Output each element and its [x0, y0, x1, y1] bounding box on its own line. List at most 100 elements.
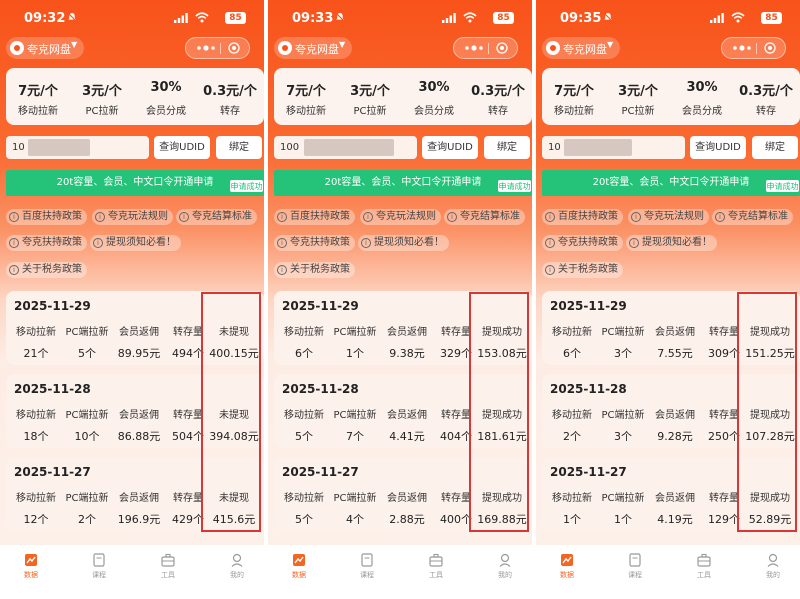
policy-link-settlement[interactable]: i 夸克结算标准 [444, 209, 525, 225]
udid-input[interactable]: 100 [274, 136, 417, 159]
tab-label: 工具 [697, 571, 711, 579]
bind-button[interactable]: 绑定 [752, 136, 798, 159]
policy-link-withdraw-notice[interactable]: i 提现须知必看！ [358, 235, 449, 251]
wifi-icon [463, 12, 477, 23]
bell-muted-icon [335, 12, 345, 22]
policy-label: 关于税务政策 [290, 264, 350, 275]
tab-label: 我的 [498, 571, 512, 579]
policy-link-settlement[interactable]: i 夸克结算标准 [712, 209, 793, 225]
rate-mobile-new: 7元/个 移动拉新 [542, 68, 606, 125]
tab-tools[interactable]: 工具 [411, 553, 461, 580]
policy-link-quark-rules[interactable]: i 夸克玩法规则 [360, 209, 441, 225]
info-icon: i [9, 265, 19, 275]
phone-screenshot-3: 09:35 85 夸克网盘 ▼ 7元/个 移动拉新 3元/个 PC拉新 30% … [536, 0, 800, 599]
tab-courses[interactable]: 课程 [610, 553, 660, 580]
udid-input[interactable]: 10 [542, 136, 685, 159]
policy-link-quark-rules[interactable]: i 夸克玩法规则 [92, 209, 173, 225]
more-icon[interactable] [464, 44, 484, 52]
more-icon[interactable] [732, 44, 752, 52]
tab-data[interactable]: 数据 [6, 553, 56, 580]
policy-link-baidu[interactable]: i 百度扶持政策 [542, 209, 623, 225]
tab-profile[interactable]: 我的 [480, 553, 530, 580]
rate-transfer: 0.3元/个 转存 [466, 68, 530, 125]
query-udid-button[interactable]: 查询UDID [422, 136, 478, 159]
tab-profile[interactable]: 我的 [748, 553, 798, 580]
rate-member-share: 30% 会员分成 [134, 68, 198, 125]
tab-courses[interactable]: 课程 [342, 553, 392, 580]
info-icon: i [277, 238, 287, 248]
rates-card: 7元/个 移动拉新 3元/个 PC拉新 30% 会员分成 0.3元/个 转存 [542, 68, 800, 125]
policy-link-withdraw-notice[interactable]: i 提现须知必看！ [626, 235, 717, 251]
rate-value: 3元/个 [618, 84, 658, 99]
book-icon [93, 553, 105, 567]
policy-label: 提现须知必看！ [106, 237, 176, 248]
rate-member-share: 30% 会员分成 [402, 68, 466, 125]
tab-courses[interactable]: 课程 [74, 553, 124, 580]
policy-label: 夸克结算标准 [460, 211, 520, 222]
day-date: 2025-11-27 [14, 465, 91, 479]
rate-transfer: 0.3元/个 转存 [198, 68, 262, 125]
rate-pc-new: 3元/个 PC拉新 [338, 68, 402, 125]
tab-profile[interactable]: 我的 [212, 553, 262, 580]
policy-link-tax[interactable]: i 关于税务政策 [6, 262, 87, 278]
toolbox-icon [697, 553, 711, 567]
rate-member-share: 30% 会员分成 [670, 68, 734, 125]
tab-label: 工具 [429, 571, 443, 579]
apply-banner[interactable]: 20t容量、会员、中文口令开通申请 申请成功 [542, 170, 800, 196]
tab-tools[interactable]: 工具 [143, 553, 193, 580]
tab-label: 数据 [24, 571, 38, 579]
apply-banner[interactable]: 20t容量、会员、中文口令开通申请 申请成功 [6, 170, 264, 196]
withdraw-highlight-box [201, 292, 261, 532]
policy-link-withdraw-notice[interactable]: i 提现须知必看！ [90, 235, 181, 251]
tab-bar: 数据 课程 工具 我的 [536, 545, 800, 599]
rate-pc-new: 3元/个 PC拉新 [606, 68, 670, 125]
udid-value: 10 [548, 142, 561, 153]
query-udid-button[interactable]: 查询UDID [154, 136, 210, 159]
apply-banner[interactable]: 20t容量、会员、中文口令开通申请 申请成功 [274, 170, 532, 196]
apply-status-badge: 申请成功 [229, 179, 264, 193]
policy-link-quark-support[interactable]: i 夸克扶持政策 [274, 235, 355, 251]
policy-label: 提现须知必看！ [642, 237, 712, 248]
query-udid-button[interactable]: 查询UDID [690, 136, 746, 159]
chart-icon [293, 554, 305, 566]
day-date: 2025-11-29 [282, 299, 359, 313]
policy-link-quark-rules[interactable]: i 夸克玩法规则 [628, 209, 709, 225]
tab-data[interactable]: 数据 [274, 553, 324, 580]
udid-input[interactable]: 10 [6, 136, 149, 159]
policy-link-quark-support[interactable]: i 夸克扶持政策 [542, 235, 623, 251]
policy-label: 夸克玩法规则 [108, 211, 168, 222]
miniprogram-capsule [721, 37, 786, 59]
app-switcher[interactable]: 夸克网盘 ▼ [274, 37, 352, 59]
close-miniprogram-icon[interactable] [496, 42, 508, 54]
policy-link-tax[interactable]: i 关于税务政策 [274, 262, 355, 278]
wifi-icon [195, 12, 209, 23]
withdraw-highlight-box [737, 292, 797, 532]
app-header: 夸克网盘 ▼ [0, 37, 264, 59]
status-bar: 09:33 85 [268, 0, 532, 36]
battery-icon: 85 [493, 12, 514, 24]
tab-data[interactable]: 数据 [542, 553, 592, 580]
policy-link-quark-support[interactable]: i 夸克扶持政策 [6, 235, 87, 251]
quark-logo-icon [10, 41, 24, 55]
tab-tools[interactable]: 工具 [679, 553, 729, 580]
day-date: 2025-11-27 [282, 465, 359, 479]
policy-link-tax[interactable]: i 关于税务政策 [542, 262, 623, 278]
user-icon [499, 553, 511, 567]
app-switcher[interactable]: 夸克网盘 ▼ [6, 37, 84, 59]
rate-value: 30% [418, 80, 450, 95]
toolbox-icon [161, 553, 175, 567]
close-miniprogram-icon[interactable] [228, 42, 240, 54]
rate-mobile-new: 7元/个 移动拉新 [6, 68, 70, 125]
app-switcher[interactable]: 夸克网盘 ▼ [542, 37, 620, 59]
policy-link-baidu[interactable]: i 百度扶持政策 [6, 209, 87, 225]
close-miniprogram-icon[interactable] [764, 42, 776, 54]
bind-button[interactable]: 绑定 [216, 136, 262, 159]
quark-logo-icon [278, 41, 292, 55]
policy-link-baidu[interactable]: i 百度扶持政策 [274, 209, 355, 225]
status-time: 09:32 [24, 11, 66, 26]
bind-button[interactable]: 绑定 [484, 136, 530, 159]
apply-banner-text: 20t容量、会员、中文口令开通申请 [324, 177, 482, 188]
policy-link-settlement[interactable]: i 夸克结算标准 [176, 209, 257, 225]
more-icon[interactable] [196, 44, 216, 52]
info-icon: i [545, 212, 555, 222]
